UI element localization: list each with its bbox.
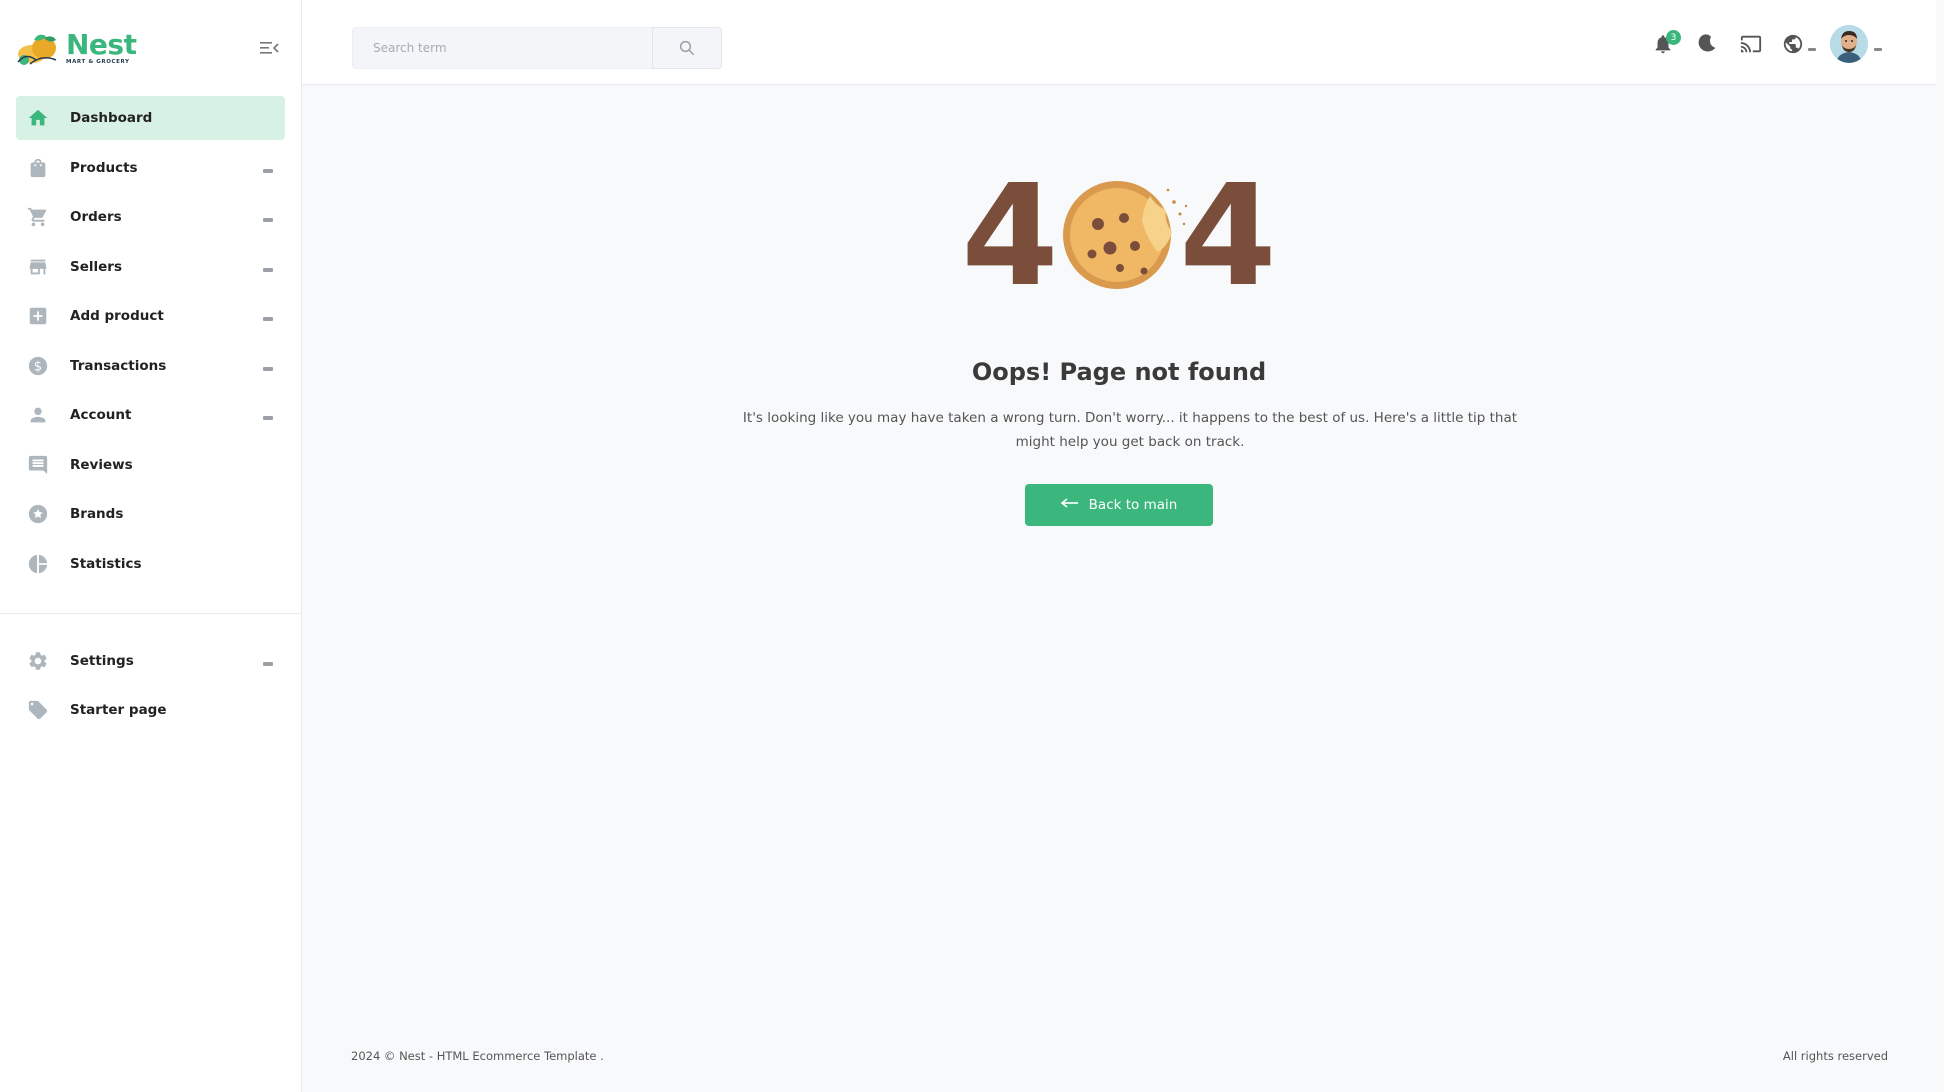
sidebar-nav: Dashboard Products Orders Sellers Add pr… bbox=[0, 96, 301, 586]
svg-text:$: $ bbox=[34, 359, 42, 374]
dollar-icon: $ bbox=[26, 354, 50, 378]
add-box-icon bbox=[26, 304, 50, 328]
sidebar-item-label: Settings bbox=[70, 652, 134, 669]
sidebar-item-label: Orders bbox=[70, 209, 122, 225]
top-header bbox=[302, 0, 1936, 85]
comment-icon bbox=[26, 453, 50, 477]
expand-indicator bbox=[263, 267, 273, 272]
sidebar-item-label: Sellers bbox=[70, 258, 122, 275]
expand-indicator bbox=[263, 366, 273, 371]
footer-copyright: 2024 © Nest - HTML Ecommerce Template . bbox=[351, 1049, 604, 1063]
sidebar-item-products[interactable]: Products bbox=[16, 146, 285, 190]
expand-indicator bbox=[263, 218, 273, 222]
error-404-illustration: 4 4 bbox=[961, 176, 1276, 296]
sidebar-item-orders[interactable]: Orders bbox=[16, 195, 285, 239]
sidebar-item-statistics[interactable]: Statistics bbox=[16, 542, 285, 586]
search-button[interactable] bbox=[652, 27, 722, 69]
sidebar-item-starter-page[interactable]: Starter page bbox=[16, 688, 285, 732]
sidebar-item-label: Products bbox=[70, 159, 138, 176]
sidebar: Nest MART & GROCERY Dashboard Products O… bbox=[0, 0, 302, 1092]
search-bar bbox=[352, 27, 722, 69]
sidebar-item-account[interactable]: Account bbox=[16, 393, 285, 437]
sidebar-item-label: Brands bbox=[70, 506, 124, 522]
back-to-main-button[interactable]: Back to main bbox=[1025, 484, 1213, 526]
sidebar-item-label: Transactions bbox=[70, 357, 167, 374]
language-caret[interactable] bbox=[1808, 48, 1816, 51]
user-menu-caret[interactable] bbox=[1874, 48, 1882, 51]
sidebar-item-dashboard[interactable]: Dashboard bbox=[16, 96, 285, 140]
search-input[interactable] bbox=[352, 27, 652, 69]
sidebar-item-label: Account bbox=[70, 407, 132, 423]
shopping-bag-icon bbox=[26, 156, 50, 180]
notification-count-badge: 3 bbox=[1666, 30, 1681, 45]
language-globe-icon[interactable] bbox=[1782, 33, 1804, 55]
brand-logo[interactable]: Nest MART & GROCERY bbox=[0, 0, 301, 96]
sidebar-nav-bottom: Settings Starter page bbox=[0, 639, 301, 733]
expand-indicator bbox=[263, 317, 273, 321]
sidebar-item-label: Starter page bbox=[70, 702, 167, 718]
user-avatar[interactable] bbox=[1830, 25, 1868, 63]
search-icon bbox=[679, 40, 695, 56]
settings-icon bbox=[26, 649, 50, 673]
sidebar-item-add-product[interactable]: Add product bbox=[16, 294, 285, 338]
sidebar-item-label: Add product bbox=[70, 308, 164, 324]
error-message: It's looking like you may have taken a w… bbox=[742, 410, 1518, 450]
back-to-main-label: Back to main bbox=[1088, 497, 1178, 513]
store-icon bbox=[26, 255, 50, 279]
error-code-left-digit: 4 bbox=[961, 176, 1058, 296]
main-content: 4 4 Oops! Page not found It's looking li… bbox=[302, 86, 1936, 1088]
tag-icon bbox=[26, 698, 50, 722]
home-icon bbox=[26, 106, 50, 130]
sidebar-item-reviews[interactable]: Reviews bbox=[16, 443, 285, 487]
pie-chart-icon bbox=[26, 552, 50, 576]
footer-rights: All rights reserved bbox=[1782, 1049, 1888, 1063]
menu-collapse-icon[interactable] bbox=[259, 38, 279, 58]
dark-mode-icon[interactable] bbox=[1696, 33, 1718, 55]
logo-icon bbox=[17, 34, 57, 65]
back-arrow-icon bbox=[1060, 498, 1079, 512]
sidebar-item-label: Statistics bbox=[70, 555, 142, 572]
expand-indicator bbox=[263, 416, 273, 420]
error-code-right-digit: 4 bbox=[1179, 176, 1276, 296]
sidebar-divider bbox=[0, 612, 301, 614]
cookie-icon bbox=[1063, 181, 1188, 289]
sidebar-item-sellers[interactable]: Sellers bbox=[16, 245, 285, 289]
shopping-cart-icon bbox=[26, 205, 50, 229]
sidebar-item-label: Dashboard bbox=[70, 110, 153, 126]
expand-indicator bbox=[263, 661, 273, 666]
brand-name: Nest bbox=[66, 27, 137, 61]
avatar-image bbox=[1830, 25, 1868, 63]
brand-subtitle: MART & GROCERY bbox=[66, 58, 130, 65]
sidebar-item-settings[interactable]: Settings bbox=[16, 639, 285, 683]
expand-indicator bbox=[263, 168, 273, 173]
error-title: Oops! Page not found bbox=[971, 358, 1267, 386]
sidebar-item-brands[interactable]: Brands bbox=[16, 492, 285, 536]
star-icon bbox=[26, 502, 50, 526]
sidebar-item-transactions[interactable]: $ Transactions bbox=[16, 344, 285, 388]
sidebar-item-label: Reviews bbox=[70, 456, 133, 473]
cast-icon[interactable] bbox=[1740, 33, 1762, 55]
person-icon bbox=[26, 403, 50, 427]
